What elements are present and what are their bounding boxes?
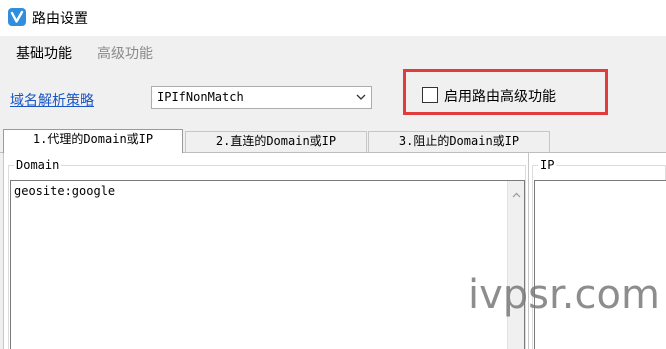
menu-advanced[interactable]: 高级功能 (97, 43, 153, 63)
advanced-routing-label: 启用路由高级功能 (444, 89, 556, 105)
tab-proxy[interactable]: 1.代理的Domain或IP (3, 129, 183, 153)
domain-strategy-select[interactable]: IPIfNonMatch (151, 86, 372, 109)
menu-bar: 基础功能 高级功能 (0, 36, 666, 66)
ip-group-label: IP (538, 158, 557, 172)
app-logo-icon (8, 8, 26, 26)
window-title: 路由设置 (32, 11, 88, 27)
domain-strategy-link[interactable]: 域名解析策略 (10, 90, 94, 110)
watermark: ivpsr.com (468, 272, 660, 318)
ip-textarea[interactable] (534, 180, 666, 349)
domain-scrollbar[interactable] (507, 181, 524, 349)
scroll-up-icon[interactable] (512, 187, 521, 202)
domain-strategy-value: IPIfNonMatch (157, 90, 244, 104)
domain-textarea[interactable]: geosite:google (10, 180, 525, 349)
domain-text: geosite:google (14, 184, 116, 198)
tab-block[interactable]: 3.阻止的Domain或IP (368, 131, 550, 152)
menu-basic[interactable]: 基础功能 (16, 43, 72, 63)
advanced-routing-checkbox[interactable] (422, 87, 438, 103)
tab-direct[interactable]: 2.直连的Domain或IP (185, 131, 367, 152)
domain-group-label: Domain (14, 158, 62, 172)
chevron-down-icon (355, 91, 367, 107)
title-bar: 路由设置 (0, 0, 666, 36)
